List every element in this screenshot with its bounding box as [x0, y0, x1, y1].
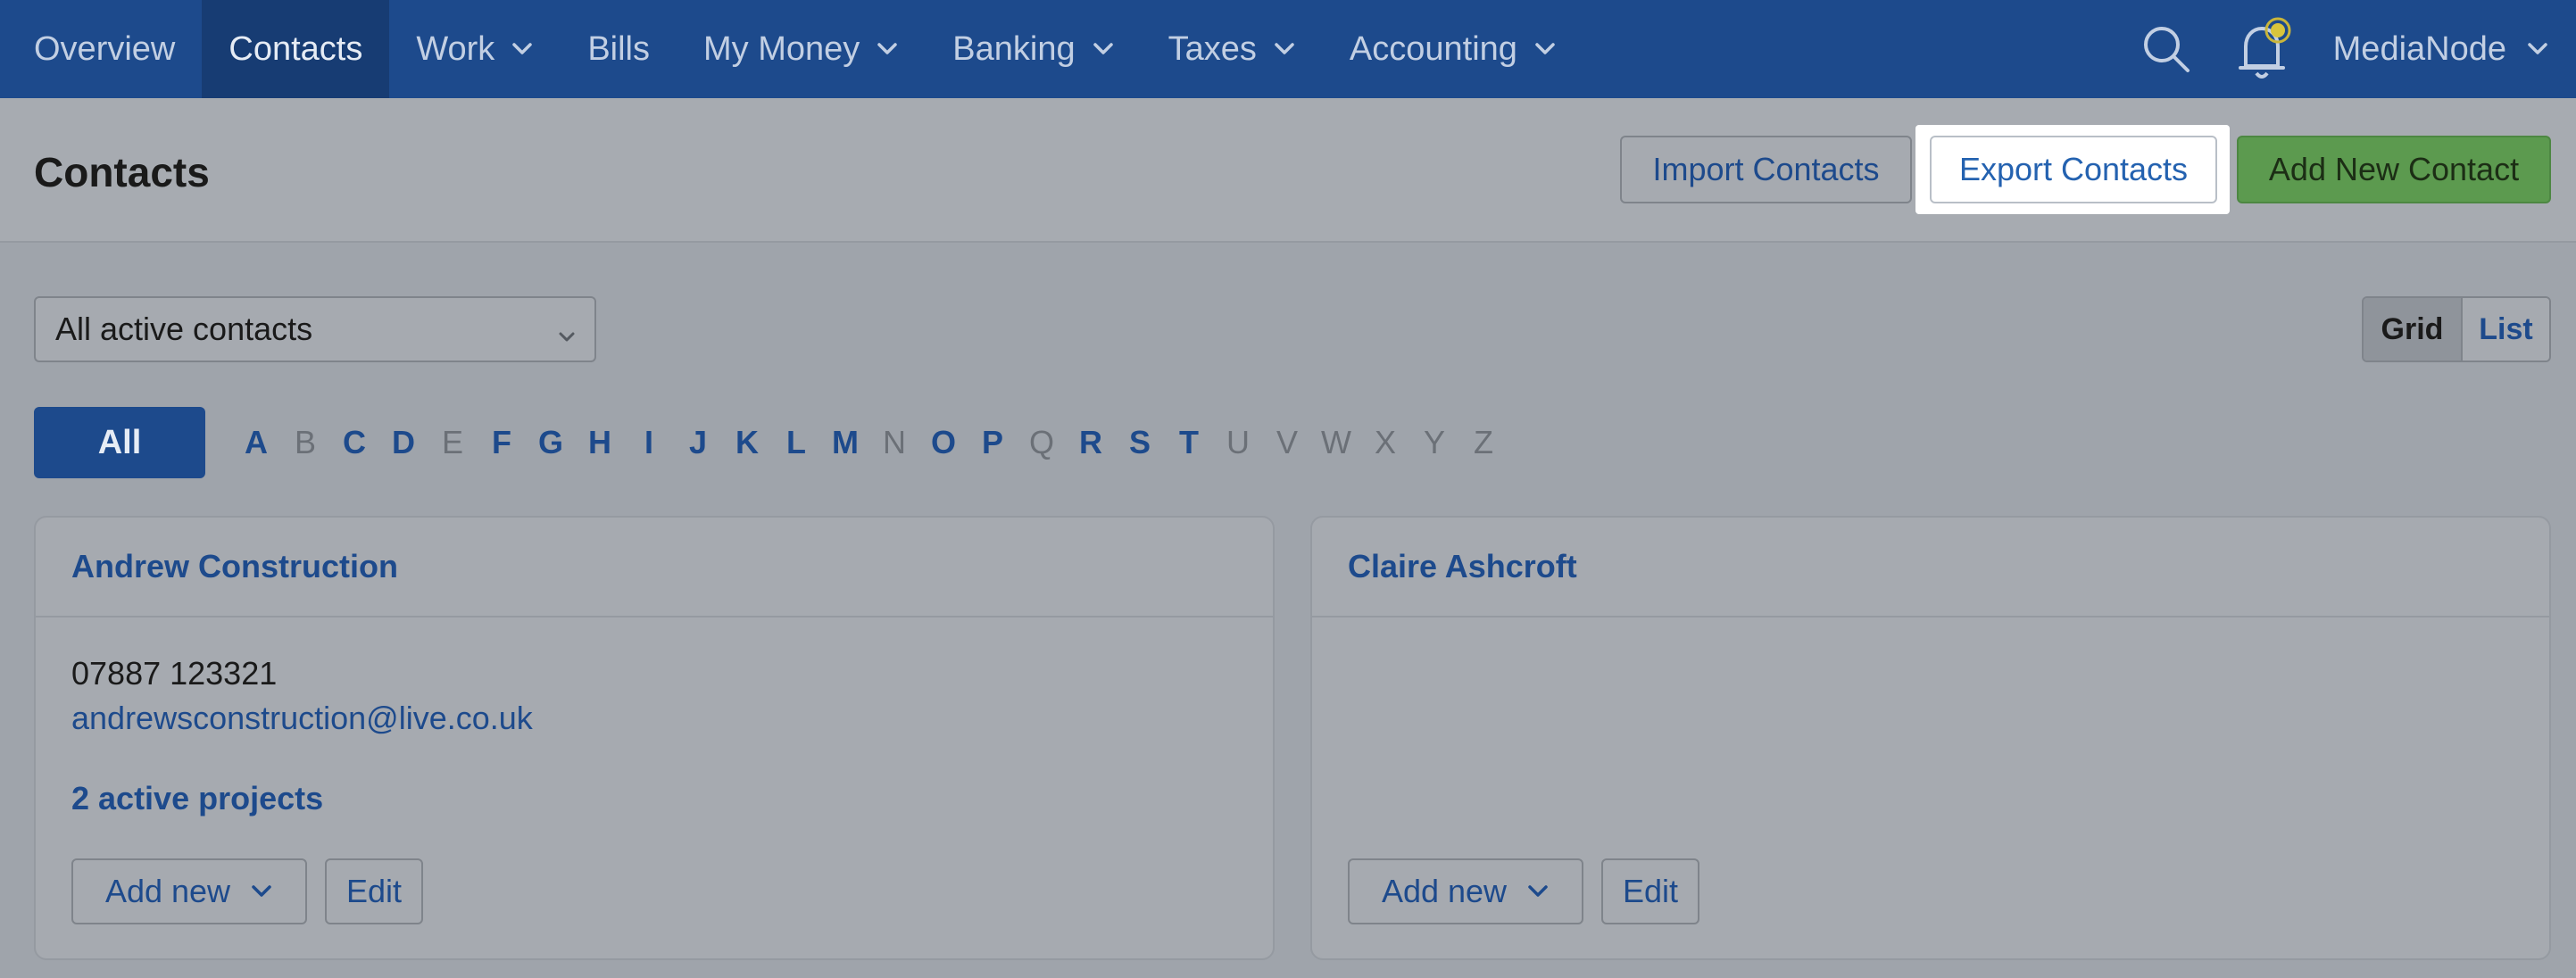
alphabet-filter: All ABCDEFGHIJKLMNOPQRSTUVWXYZ — [34, 407, 2560, 478]
import-contacts-button[interactable]: Import Contacts — [1620, 136, 1912, 203]
alphabet-letter-u: U — [1226, 424, 1250, 460]
page-header: Contacts Import Contacts Export Contacts… — [0, 98, 2576, 243]
chevron-down-icon — [555, 319, 578, 343]
nav-item-label: Banking — [952, 29, 1076, 68]
alphabet-letter-w: W — [1321, 424, 1351, 460]
contacts-filter-select[interactable]: All active contacts — [34, 296, 596, 362]
chevron-down-icon — [1526, 880, 1550, 903]
add-new-contact-button[interactable]: Add New Contact — [2237, 136, 2551, 203]
alphabet-letter-h[interactable]: H — [573, 407, 627, 478]
nav-item-label: Work — [416, 29, 495, 68]
alphabet-letter-f[interactable]: F — [475, 407, 528, 478]
edit-button[interactable]: Edit — [1601, 858, 1699, 924]
alphabet-letter-j[interactable]: J — [671, 407, 725, 478]
list-view-button[interactable]: List — [2462, 298, 2549, 361]
account-name: MediaNode — [2332, 29, 2506, 68]
alphabet-letter-v: V — [1276, 424, 1298, 460]
bell-icon — [2238, 17, 2291, 79]
chevron-down-icon — [250, 880, 273, 903]
contact-card: Claire Ashcroft Add new Edit — [1310, 516, 2551, 960]
nav-item-work[interactable]: Work — [389, 0, 561, 98]
alphabet-letter-g[interactable]: G — [524, 407, 578, 478]
alphabet-letter-a[interactable]: A — [229, 407, 283, 478]
account-menu[interactable]: MediaNode — [2314, 30, 2576, 69]
contact-name-link[interactable]: Claire Ashcroft — [1348, 548, 1577, 585]
alphabet-all-button[interactable]: All — [34, 407, 205, 478]
nav-right: MediaNode — [2117, 0, 2576, 98]
alphabet-letter-x: X — [1374, 424, 1396, 460]
alphabet-letter-y: Y — [1423, 424, 1445, 460]
add-new-label: Add new — [104, 873, 231, 909]
add-new-button[interactable]: Add new — [71, 858, 307, 924]
alphabet-letter-t[interactable]: T — [1162, 407, 1216, 478]
add-new-button[interactable]: Add new — [1348, 858, 1583, 924]
alphabet-letter-s[interactable]: S — [1113, 407, 1167, 478]
nav-item-bills[interactable]: Bills — [561, 0, 677, 98]
filter-selected-value: All active contacts — [55, 311, 313, 347]
contact-phone: 07887 123321 — [71, 655, 278, 692]
alphabet-letter-e: E — [441, 424, 463, 460]
contact-name-link[interactable]: Andrew Construction — [71, 548, 398, 585]
chevron-down-icon — [2526, 37, 2549, 61]
search-icon — [2143, 27, 2190, 72]
page-title: Contacts — [34, 149, 210, 195]
notifications-button[interactable] — [2215, 0, 2314, 98]
alphabet-letter-c[interactable]: C — [328, 407, 381, 478]
contact-email-link[interactable]: andrewsconstruction@live.co.uk — [71, 700, 533, 737]
nav-item-banking[interactable]: Banking — [926, 0, 1141, 98]
view-toggle: Grid List — [2362, 296, 2551, 362]
nav-item-label: Contacts — [229, 29, 363, 68]
alphabet-letter-p[interactable]: P — [966, 407, 1019, 478]
alphabet-letter-d[interactable]: D — [377, 407, 430, 478]
chevron-down-icon — [1533, 37, 1557, 61]
nav-item-label: Bills — [587, 29, 650, 68]
chevron-down-icon — [1273, 37, 1296, 61]
nav-item-label: Overview — [34, 29, 176, 68]
nav-items: Overview Contacts Work Bills My Money Banking… — [0, 0, 1583, 98]
grid-view-button[interactable]: Grid — [2364, 298, 2463, 361]
alphabet-letter-z: Z — [1474, 424, 1493, 460]
chevron-down-icon — [876, 37, 899, 61]
alphabet-letter-r[interactable]: R — [1064, 407, 1118, 478]
alphabet-letter-q: Q — [1028, 424, 1054, 460]
nav-item-label: My Money — [703, 29, 860, 68]
search-button[interactable] — [2117, 0, 2215, 98]
card-header: Andrew Construction — [36, 518, 1273, 617]
add-new-label: Add new — [1381, 873, 1508, 909]
export-contacts-button[interactable]: Export Contacts — [1930, 136, 2217, 203]
alphabet-letter-n: N — [883, 424, 906, 460]
nav-item-label: Accounting — [1349, 29, 1517, 68]
chevron-down-icon — [1092, 37, 1115, 61]
alphabet-letter-o[interactable]: O — [917, 407, 970, 478]
nav-item-accounting[interactable]: Accounting — [1323, 0, 1583, 98]
nav-item-contacts[interactable]: Contacts — [202, 0, 390, 98]
nav-item-label: Taxes — [1168, 29, 1257, 68]
alphabet-letter-l[interactable]: L — [769, 407, 823, 478]
nav-item-taxes[interactable]: Taxes — [1142, 0, 1323, 98]
alphabet-letter-b: B — [294, 424, 316, 460]
active-projects-link[interactable]: 2 active projects — [71, 780, 323, 817]
alphabet-letter-i[interactable]: I — [622, 407, 676, 478]
contact-card: Andrew Construction 07887 123321 andrews… — [34, 516, 1275, 960]
edit-button[interactable]: Edit — [325, 858, 423, 924]
card-header: Claire Ashcroft — [1312, 518, 2549, 617]
top-navigation: Overview Contacts Work Bills My Money Banking… — [0, 0, 2576, 98]
chevron-down-icon — [511, 37, 534, 61]
nav-item-my-money[interactable]: My Money — [677, 0, 926, 98]
nav-item-overview[interactable]: Overview — [0, 0, 202, 98]
alphabet-letter-k[interactable]: K — [720, 407, 774, 478]
alphabet-letter-m[interactable]: M — [819, 407, 872, 478]
